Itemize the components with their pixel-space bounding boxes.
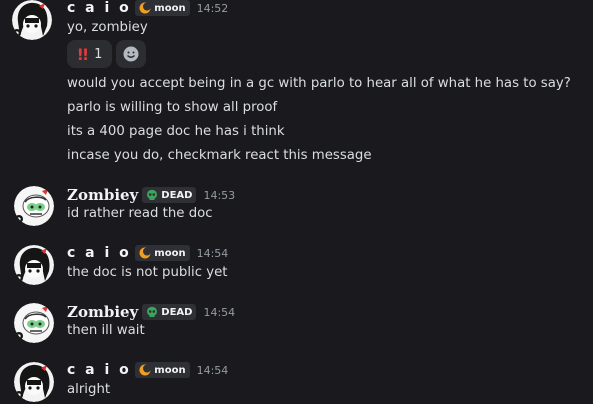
timestamp[interactable]: 14:54 [203, 306, 235, 319]
smiley-icon [123, 46, 139, 62]
role-tag[interactable]: moon [135, 0, 190, 16]
avatar[interactable] [14, 186, 54, 226]
skull-icon [146, 189, 158, 201]
message-header: c a i o moon 14:54 [67, 245, 228, 261]
tag-label: DEAD [161, 306, 193, 318]
author-name[interactable]: c a i o [67, 362, 131, 378]
author-name[interactable]: Zombiey [67, 186, 138, 204]
timestamp[interactable]: 14:54 [197, 247, 229, 260]
timestamp[interactable]: 14:54 [197, 364, 229, 377]
tag-label: DEAD [161, 189, 193, 201]
message-header: Zombiey DEAD 14:53 [67, 186, 235, 204]
timestamp[interactable]: 14:53 [203, 189, 235, 202]
message-header: c a i o moon 14:52 [67, 0, 228, 16]
skull-icon [146, 306, 158, 318]
moon-icon [139, 364, 152, 376]
role-tag[interactable]: DEAD [142, 187, 197, 203]
message-header: Zombiey DEAD 14:54 [67, 303, 235, 321]
message-text: id rather read the doc [67, 206, 213, 221]
message-text: yo, zombiey [67, 20, 148, 35]
message-header: c a i o moon 14:54 [67, 362, 228, 378]
moon-icon [139, 2, 152, 14]
role-tag[interactable]: moon [135, 362, 190, 378]
tag-label: moon [154, 2, 186, 14]
message-text: parlo is willing to show all proof [67, 100, 278, 115]
message-text: would you accept being in a gc with parl… [67, 76, 571, 91]
moon-icon [139, 247, 152, 259]
message-text: alright [67, 382, 111, 397]
double-exclamation-icon: !! [76, 44, 90, 64]
reaction-count: 1 [94, 46, 103, 62]
role-tag[interactable]: moon [135, 245, 190, 261]
message-text: incase you do, checkmark react this mess… [67, 148, 372, 163]
author-name[interactable]: c a i o [67, 245, 131, 261]
avatar[interactable] [14, 303, 54, 343]
tag-label: moon [154, 364, 186, 376]
avatar[interactable] [14, 245, 54, 285]
reaction-pill[interactable]: !! 1 [67, 40, 112, 68]
author-name[interactable]: c a i o [67, 0, 131, 16]
message-text: its a 400 page doc he has i think [67, 124, 285, 139]
add-reaction-button[interactable] [116, 40, 146, 68]
author-name[interactable]: Zombiey [67, 303, 138, 321]
avatar[interactable] [12, 0, 52, 40]
reactions-bar: !! 1 [67, 40, 146, 68]
role-tag[interactable]: DEAD [142, 304, 197, 320]
avatar[interactable] [14, 362, 54, 402]
timestamp[interactable]: 14:52 [197, 2, 229, 15]
message-text: then ill wait [67, 323, 145, 338]
tag-label: moon [154, 247, 186, 259]
message-text: the doc is not public yet [67, 265, 228, 280]
